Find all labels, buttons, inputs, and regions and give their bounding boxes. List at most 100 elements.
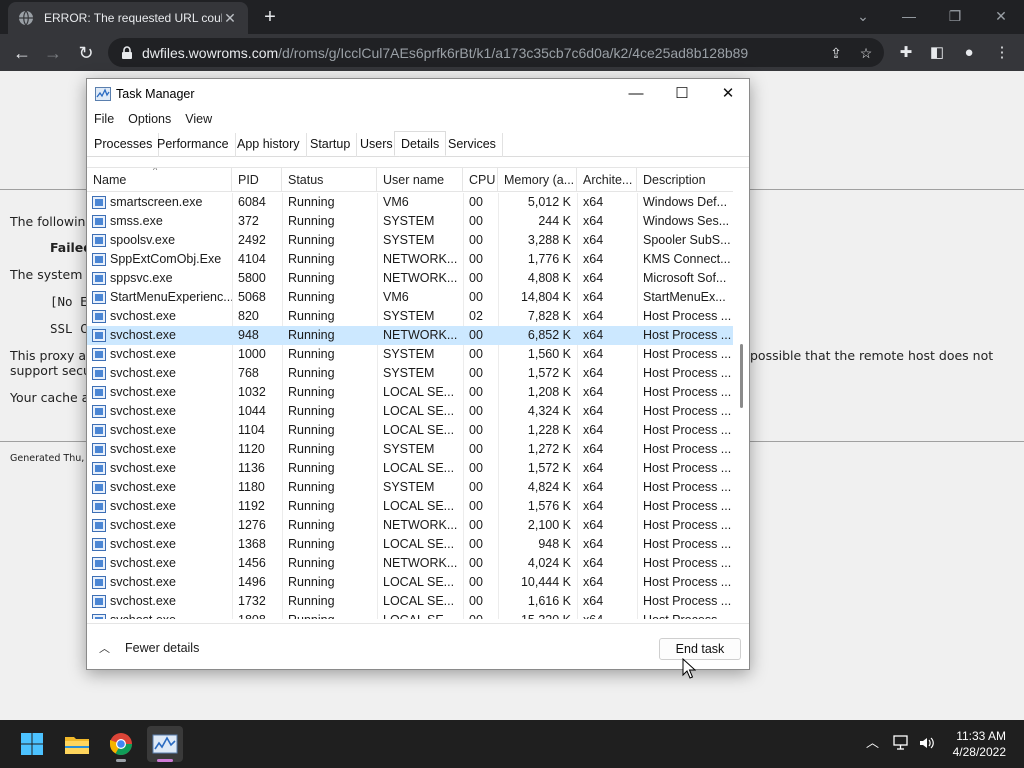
table-row[interactable]: spoolsv.exe 2492 Running SYSTEM 00 3,288 K x64…	[87, 231, 733, 250]
tab-close-icon[interactable]: ✕	[222, 10, 238, 26]
browser-tab[interactable]: ERROR: The requested URL could ✕	[8, 2, 248, 34]
vertical-scrollbar[interactable]	[733, 168, 749, 619]
system-clock[interactable]: 11:33 AM 4/28/2022	[953, 728, 1006, 760]
process-status: Running	[288, 195, 335, 209]
tab-users[interactable]: Users	[354, 133, 400, 157]
process-cpu: 00	[469, 290, 483, 304]
title-bar[interactable]: Task Manager — ☐ ✕	[87, 79, 749, 109]
network-icon[interactable]	[892, 735, 910, 751]
process-pid: 372	[238, 214, 259, 228]
minimize-button[interactable]: —	[613, 79, 659, 109]
process-name: svchost.exe	[110, 556, 177, 570]
process-description: KMS Connect...	[643, 252, 731, 266]
clock-date: 4/28/2022	[952, 745, 1006, 759]
table-row[interactable]: smartscreen.exe 6084 Running VM6 00 5,012 K x6…	[87, 193, 733, 212]
table-row[interactable]: svchost.exe 1192 Running LOCAL SE... 00 1,576…	[87, 497, 733, 516]
column-header-cpu[interactable]: CPU	[463, 168, 498, 192]
table-row[interactable]: svchost.exe 1136 Running LOCAL SE... 00 1,572…	[87, 459, 733, 478]
tab-performance[interactable]: Performance	[151, 133, 236, 157]
table-row[interactable]: svchost.exe 1104 Running LOCAL SE... 00 1,228…	[87, 421, 733, 440]
process-user: LOCAL SE...	[377, 611, 463, 619]
close-button[interactable]: ✕	[705, 79, 751, 109]
column-header-memory[interactable]: Memory (a...	[498, 168, 577, 192]
menu-kebab-icon[interactable]: ⋮	[992, 43, 1012, 63]
scrollbar-thumb[interactable]	[740, 344, 743, 408]
table-row[interactable]: svchost.exe 1000 Running SYSTEM 00 1,560 K x64…	[87, 345, 733, 364]
process-status: Running	[288, 214, 335, 228]
process-memory: 244 K	[538, 214, 571, 228]
process-user: SYSTEM	[383, 309, 435, 323]
file-explorer-button[interactable]	[59, 726, 95, 762]
menu-file[interactable]: File	[87, 109, 121, 131]
bookmark-star-icon[interactable]: ☆	[856, 43, 876, 63]
menu-options[interactable]: Options	[121, 109, 178, 131]
process-status: Running	[288, 556, 335, 570]
forward-icon[interactable]: →	[40, 40, 66, 66]
share-icon[interactable]: ⇪	[826, 43, 846, 63]
tab-details[interactable]: Details	[394, 131, 447, 156]
process-pid: 1496	[238, 575, 266, 589]
task-manager-window[interactable]: Task Manager — ☐ ✕ File Options View Pro…	[86, 78, 750, 670]
table-row[interactable]: SppExtComObj.Exe 4104 Running NETWORK... 00 1…	[87, 250, 733, 269]
reload-icon[interactable]: ↻	[73, 40, 99, 66]
minimize-button[interactable]: —	[886, 0, 932, 34]
show-hidden-icons-chevron-icon[interactable]: ︿	[866, 732, 879, 751]
process-pid: 1808	[232, 611, 282, 619]
lock-icon[interactable]	[120, 45, 134, 60]
process-name: smss.exe	[110, 214, 163, 228]
tab-processes[interactable]: Processes	[88, 133, 160, 157]
fewer-details-button[interactable]: ︿ Fewer details	[99, 640, 199, 656]
process-description: Host Process ...	[643, 518, 732, 532]
table-row[interactable]: svchost.exe 1032 Running LOCAL SE... 00 1,208…	[87, 383, 733, 402]
table-row[interactable]: svchost.exe 1456 Running NETWORK... 00 4,024 …	[87, 554, 733, 573]
back-icon[interactable]: ←	[9, 40, 35, 66]
column-header-name[interactable]: Name	[87, 168, 232, 192]
table-row[interactable]: svchost.exe 768 Running SYSTEM 00 1,572 K x64 H…	[87, 364, 733, 383]
task-manager-taskbar-button[interactable]	[147, 726, 183, 762]
new-tab-button[interactable]: +	[258, 6, 282, 30]
volume-icon[interactable]	[918, 735, 936, 751]
end-task-button[interactable]: End task	[659, 638, 741, 660]
tab-startup[interactable]: Startup	[304, 133, 358, 157]
restore-button[interactable]: ❐	[932, 0, 978, 34]
table-row[interactable]: svchost.exe 1732 Running LOCAL SE... 00 1,616…	[87, 592, 733, 611]
table-row[interactable]: svchost.exe 948 Running NETWORK... 00 6,852 K…	[87, 326, 733, 345]
maximize-button[interactable]: ☐	[659, 79, 705, 109]
process-memory: 4,808 K	[527, 271, 571, 285]
table-row[interactable]: svchost.exe 1496 Running LOCAL SE... 00 10,44…	[87, 573, 733, 592]
table-row[interactable]: svchost.exe 1276 Running NETWORK... 00 2,100 …	[87, 516, 733, 535]
chrome-button[interactable]	[103, 726, 139, 762]
table-row[interactable]: svchost.exe 1180 Running SYSTEM 00 4,824 K x64…	[87, 478, 733, 497]
table-row[interactable]: svchost.exe 1044 Running LOCAL SE... 00 4,324…	[87, 402, 733, 421]
process-cpu: 00	[469, 499, 483, 513]
tab-app-history[interactable]: App history	[231, 133, 307, 157]
column-header-user-name[interactable]: User name	[377, 168, 463, 192]
process-pid: 1276	[238, 518, 266, 532]
process-cpu: 02	[469, 309, 483, 323]
table-row[interactable]: sppsvc.exe 5800 Running NETWORK... 00 4,808 K…	[87, 269, 733, 288]
column-header-architecture[interactable]: Archite...	[577, 168, 637, 192]
column-header-description[interactable]: Description	[637, 168, 733, 192]
tab-services[interactable]: Services	[442, 133, 503, 157]
process-status: Running	[288, 537, 335, 551]
column-header-pid[interactable]: PID	[232, 168, 282, 192]
tab-search-icon[interactable]: ⌄	[840, 0, 886, 34]
column-header-status[interactable]: Status	[282, 168, 377, 192]
table-row[interactable]: svchost.exe 1368 Running LOCAL SE... 00 948 K…	[87, 535, 733, 554]
table-row[interactable]: svchost.exe1808RunningLOCAL SE...0015,32…	[87, 611, 733, 619]
table-row[interactable]: svchost.exe 820 Running SYSTEM 02 7,828 K x64 H…	[87, 307, 733, 326]
process-architecture: x64	[583, 556, 604, 570]
process-cpu: 00	[469, 575, 483, 589]
table-row[interactable]: smss.exe 372 Running SYSTEM 00 244 K x64 Window…	[87, 212, 733, 231]
close-button[interactable]: ✕	[978, 0, 1024, 34]
address-bar[interactable]: dwfiles.wowroms.com/d/roms/g/IcclCul7AEs…	[108, 38, 884, 67]
extensions-icon[interactable]: ✚	[896, 43, 916, 63]
profile-icon[interactable]: ●	[959, 43, 979, 63]
side-panel-icon[interactable]: ◧	[927, 43, 947, 63]
start-button[interactable]	[14, 726, 50, 762]
table-row[interactable]: svchost.exe 1120 Running SYSTEM 00 1,272 K x64…	[87, 440, 733, 459]
table-row[interactable]: StartMenuExperienc... 5068 Running VM6 00 14,…	[87, 288, 733, 307]
process-user: LOCAL SE...	[383, 385, 455, 399]
process-memory: 7,828 K	[527, 309, 571, 323]
menu-view[interactable]: View	[178, 109, 219, 131]
